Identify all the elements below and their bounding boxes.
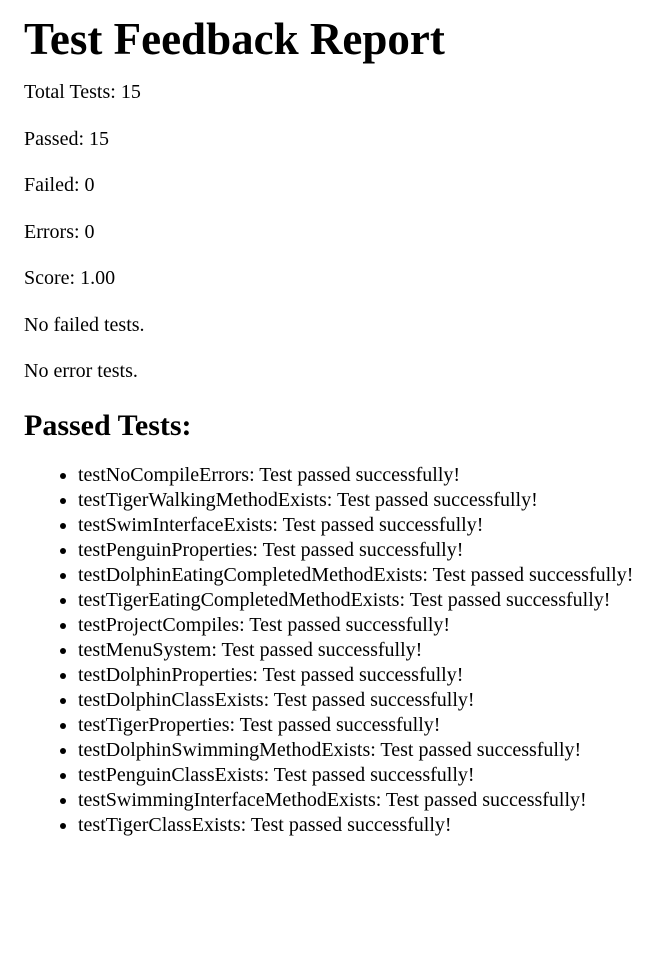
score-text: Score: 1.00	[24, 267, 116, 289]
no-error-tests-text: No error tests.	[24, 360, 138, 382]
total-tests-text: Total Tests: 15	[24, 81, 141, 103]
list-item: testTigerClassExists: Test passed succes…	[78, 813, 646, 838]
list-item: testPenguinProperties: Test passed succe…	[78, 538, 646, 563]
page-title: Test Feedback Report	[24, 14, 445, 64]
list-item: testTigerWalkingMethodExists: Test passe…	[78, 488, 646, 513]
list-item: testTigerEatingCompletedMethodExists: Te…	[78, 588, 646, 613]
list-item: testMenuSystem: Test passed successfully…	[78, 638, 646, 663]
passed-tests-list: testNoCompileErrors: Test passed success…	[24, 463, 646, 838]
list-item: testSwimmingInterfaceMethodExists: Test …	[78, 788, 646, 813]
list-item: testDolphinSwimmingMethodExists: Test pa…	[78, 738, 646, 763]
passed-count-text: Passed: 15	[24, 127, 109, 150]
list-item: testNoCompileErrors: Test passed success…	[78, 463, 646, 488]
list-item: testPenguinClassExists: Test passed succ…	[78, 763, 646, 788]
list-item: testDolphinClassExists: Test passed succ…	[78, 688, 646, 713]
list-item: testSwimInterfaceExists: Test passed suc…	[78, 513, 646, 538]
no-failed-tests-text: No failed tests.	[24, 313, 145, 336]
list-item: testDolphinEatingCompletedMethodExists: …	[78, 563, 646, 588]
list-item: testDolphinProperties: Test passed succe…	[78, 663, 646, 688]
passed-tests-heading: Passed Tests:	[24, 409, 192, 442]
report-page: Test Feedback Report Total Tests: 15 Pas…	[0, 14, 670, 838]
list-item: testProjectCompiles: Test passed success…	[78, 613, 646, 638]
errors-count-text: Errors: 0	[24, 220, 95, 243]
failed-count-text: Failed: 0	[24, 174, 95, 196]
list-item: testTigerProperties: Test passed success…	[78, 713, 646, 738]
